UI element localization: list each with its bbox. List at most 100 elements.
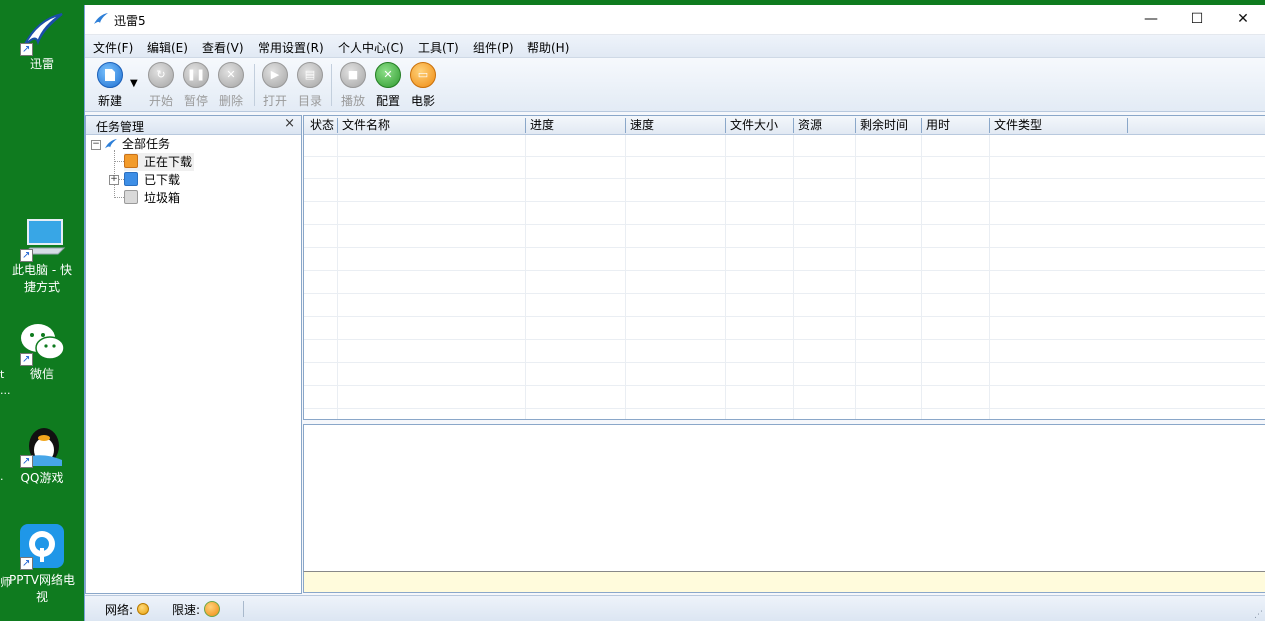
network-label: 网络: bbox=[105, 603, 134, 617]
desktop-edge-text: 师 bbox=[0, 576, 11, 589]
desktop-icon-label: PPTV网络电 视 bbox=[8, 573, 75, 604]
table-row bbox=[304, 157, 1265, 179]
pause-icon: ❚❚ bbox=[183, 62, 209, 88]
xunlei-bird-icon bbox=[18, 8, 66, 58]
delete-label: 删除 bbox=[218, 94, 243, 108]
delete-button[interactable]: ✕ 删除 bbox=[214, 62, 248, 109]
desktop-icon-label: 微信 bbox=[29, 367, 54, 381]
resize-grip-icon[interactable]: ⋰ bbox=[1254, 610, 1263, 620]
tree-connector bbox=[114, 197, 124, 198]
shortcut-arrow-icon bbox=[20, 555, 33, 572]
open-button[interactable]: ▶ 打开 bbox=[258, 62, 292, 109]
desktop-icon-qq-game[interactable]: QQ游戏 bbox=[0, 420, 84, 487]
network-status[interactable]: 网络: bbox=[105, 601, 150, 618]
desktop-icon-xunlei[interactable]: 迅雷 bbox=[0, 8, 84, 73]
new-task-button[interactable]: 新建 bbox=[93, 62, 127, 109]
menu-file[interactable]: 文件(F) bbox=[93, 39, 133, 56]
play-record-button[interactable]: ■ 播放 bbox=[336, 62, 370, 109]
desktop-edge-text: t bbox=[0, 368, 5, 381]
menu-tools[interactable]: 工具(T) bbox=[418, 39, 459, 56]
tree-item-all-tasks[interactable]: 全部任务 bbox=[104, 135, 170, 153]
play-icon: ▶ bbox=[262, 62, 288, 88]
checkbox-icon bbox=[124, 172, 138, 186]
tree-item-trash[interactable]: 垃圾箱 bbox=[124, 189, 180, 207]
tree-item-label: 已下载 bbox=[144, 173, 181, 187]
start-button[interactable]: ↻ 开始 bbox=[144, 62, 178, 109]
task-list[interactable]: 状态 文件名称 进度 速度 文件大小 资源 剩余时间 用时 文件类型 bbox=[303, 115, 1265, 420]
task-panel-close-button[interactable]: × bbox=[284, 116, 295, 131]
menu-personal-center[interactable]: 个人中心(C) bbox=[338, 39, 404, 56]
tree-connector bbox=[114, 161, 124, 162]
desktop-icon-label: QQ游戏 bbox=[20, 471, 64, 485]
column-header-speed[interactable]: 速度 bbox=[626, 116, 726, 134]
tree-expand-icon[interactable]: + bbox=[109, 175, 119, 185]
menu-view[interactable]: 查看(V) bbox=[202, 39, 244, 56]
tree-item-downloading[interactable]: 正在下载 bbox=[124, 153, 195, 171]
desktop-icon-label: 迅雷 bbox=[29, 57, 54, 71]
status-bar: 网络: 限速: ⋰ bbox=[85, 595, 1265, 621]
new-task-label: 新建 bbox=[97, 94, 122, 108]
xunlei-app-icon bbox=[93, 12, 109, 26]
column-header-sources[interactable]: 资源 bbox=[794, 116, 856, 134]
folder-button[interactable]: ▤ 目录 bbox=[293, 62, 327, 109]
status-separator bbox=[243, 601, 244, 617]
config-button[interactable]: ✕ 配置 bbox=[371, 62, 405, 109]
column-header-progress[interactable]: 进度 bbox=[526, 116, 626, 134]
table-row bbox=[304, 135, 1265, 157]
menu-components[interactable]: 组件(P) bbox=[473, 39, 514, 56]
shortcut-arrow-icon bbox=[20, 247, 33, 264]
desktop-icon-wechat[interactable]: 微信 bbox=[0, 318, 84, 383]
movie-button[interactable]: ▭ 电影 bbox=[406, 62, 440, 109]
desktop-icon-this-pc[interactable]: 此电脑 - 快 捷方式 bbox=[0, 214, 84, 296]
minimize-button[interactable]: — bbox=[1128, 5, 1174, 34]
table-row bbox=[304, 318, 1265, 340]
table-row bbox=[304, 203, 1265, 225]
title-bar[interactable]: 迅雷5 — ☐ ✕ bbox=[85, 5, 1265, 35]
column-header-file-type[interactable]: 文件类型 bbox=[990, 116, 1128, 134]
tree-collapse-icon[interactable]: − bbox=[91, 140, 101, 150]
toolbar-separator bbox=[331, 64, 332, 106]
computer-icon bbox=[18, 214, 66, 264]
tree-item-label: 正在下载 bbox=[144, 155, 193, 169]
new-dropdown-arrow-icon[interactable]: ▼ bbox=[130, 78, 138, 89]
task-management-panel: 任务管理 × − 全部任务 正在下载 + 已下载 垃圾箱 bbox=[85, 115, 302, 594]
close-button[interactable]: ✕ bbox=[1220, 5, 1265, 34]
delete-icon: ✕ bbox=[218, 62, 244, 88]
table-row bbox=[304, 226, 1265, 248]
download-progress-icon bbox=[124, 154, 138, 168]
task-panel-header: 任务管理 × bbox=[86, 116, 301, 135]
task-detail-panel[interactable] bbox=[303, 424, 1265, 573]
shortcut-arrow-icon bbox=[20, 351, 33, 368]
column-header-remaining-time[interactable]: 剩余时间 bbox=[856, 116, 922, 134]
table-row bbox=[304, 295, 1265, 317]
tree-item-downloaded[interactable]: 已下载 bbox=[124, 171, 180, 189]
column-header-filename[interactable]: 文件名称 bbox=[338, 116, 526, 134]
column-separator[interactable] bbox=[1127, 118, 1128, 133]
menu-settings[interactable]: 常用设置(R) bbox=[258, 39, 324, 56]
xunlei-bird-icon bbox=[104, 137, 117, 149]
table-row bbox=[304, 341, 1265, 363]
menu-help[interactable]: 帮助(H) bbox=[527, 39, 569, 56]
xunlei-window: 迅雷5 — ☐ ✕ 文件(F) 编辑(E) 查看(V) 常用设置(R) 个人中心… bbox=[84, 5, 1265, 621]
shortcut-arrow-icon bbox=[20, 41, 33, 58]
speed-limit-status[interactable]: 限速: bbox=[172, 601, 221, 618]
menu-edit[interactable]: 编辑(E) bbox=[147, 39, 188, 56]
column-header-elapsed[interactable]: 用时 bbox=[922, 116, 990, 134]
window-title: 迅雷5 bbox=[114, 14, 146, 28]
play-record-label: 播放 bbox=[340, 94, 365, 108]
shortcut-arrow-icon bbox=[20, 453, 33, 470]
pause-button[interactable]: ❚❚ 暂停 bbox=[179, 62, 213, 109]
menu-bar: 文件(F) 编辑(E) 查看(V) 常用设置(R) 个人中心(C) 工具(T) … bbox=[85, 35, 1265, 58]
desktop-icon-pptv[interactable]: PPTV网络电 视 bbox=[0, 522, 84, 606]
start-icon: ↻ bbox=[148, 62, 174, 88]
desktop-edge-text: ... bbox=[0, 384, 11, 397]
column-header-file-size[interactable]: 文件大小 bbox=[726, 116, 794, 134]
column-header-status[interactable]: 状态 bbox=[306, 116, 338, 134]
tree-item-label: 全部任务 bbox=[122, 137, 171, 151]
info-bar bbox=[303, 571, 1265, 593]
tree-item-label: 垃圾箱 bbox=[144, 191, 181, 205]
toolbar-separator bbox=[254, 64, 255, 106]
maximize-button[interactable]: ☐ bbox=[1174, 5, 1220, 34]
table-row bbox=[304, 364, 1265, 386]
wrench-icon: ✕ bbox=[375, 62, 401, 88]
